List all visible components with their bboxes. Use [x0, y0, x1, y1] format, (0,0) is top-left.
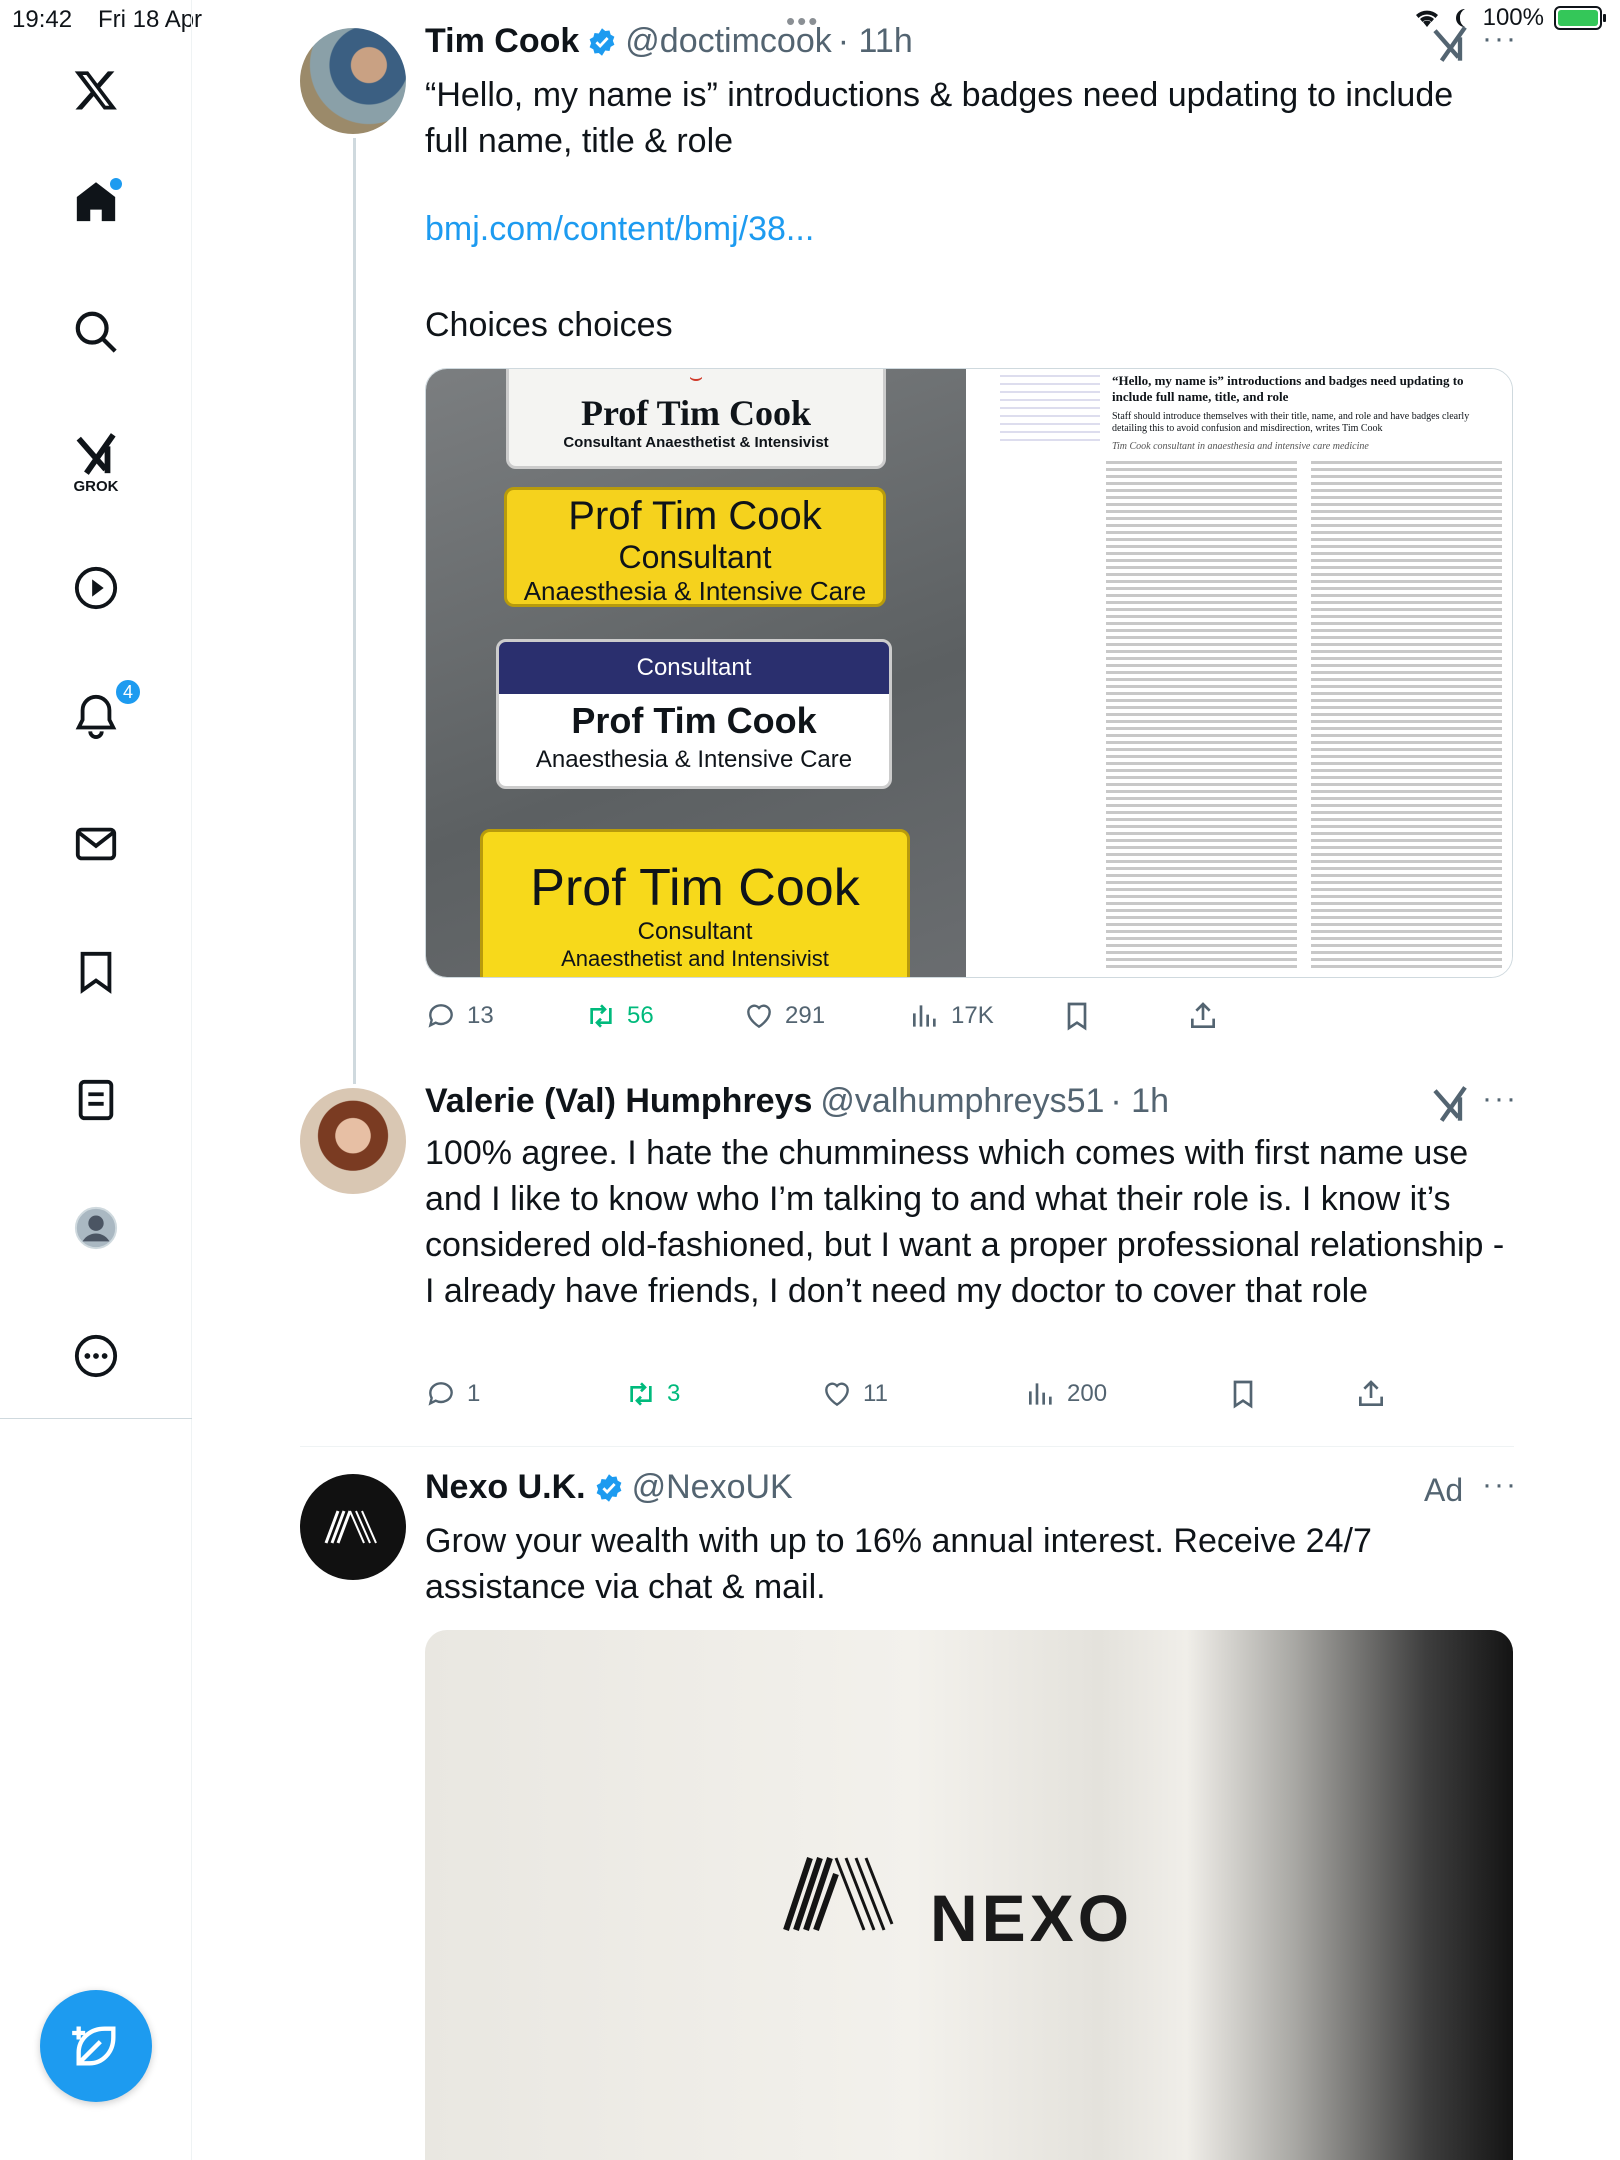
repost-icon	[590, 1004, 612, 1028]
article-sidebar-meta	[1000, 373, 1100, 443]
article-byline: Tim Cook consultant in anaesthesia and i…	[1112, 441, 1369, 452]
repost-icon	[630, 1382, 652, 1406]
reply-button[interactable]: 1	[425, 1378, 480, 1410]
author-name[interactable]: Valerie (Val) Humphreys	[425, 1082, 812, 1121]
post-link[interactable]: bmj.com/content/bmj/38...	[425, 210, 814, 249]
like-button[interactable]: 291	[743, 1000, 825, 1032]
post-more-menu-icon[interactable]: ···	[1482, 22, 1518, 56]
heart-icon	[825, 1382, 849, 1407]
repost-button[interactable]: 56	[585, 1000, 654, 1032]
reply-icon	[428, 1382, 453, 1406]
thread-connector-line	[353, 138, 356, 1084]
repost-count: 56	[627, 1002, 654, 1029]
sidebar-divider	[0, 1418, 192, 1419]
author-handle[interactable]: @doctimcook	[625, 22, 831, 61]
share-button[interactable]	[1187, 1000, 1219, 1032]
profile-avatar-icon[interactable]	[70, 1202, 122, 1254]
like-count: 291	[785, 1002, 826, 1029]
timeline-feed: Tim Cook @doctimcook · 11h ··· “Hello, m…	[192, 0, 1620, 2160]
views-button[interactable]: 17K	[909, 1000, 994, 1032]
repost-count: 3	[667, 1380, 681, 1407]
heart-icon	[747, 1004, 771, 1029]
tim-cook-avatar[interactable]	[300, 28, 406, 134]
bmj-article-page: “Hello, my name is” introductions and ba…	[966, 369, 1512, 977]
bookmark-button[interactable]	[1227, 1378, 1259, 1410]
name-badges-photo: ⌣ Prof Tim Cook Consultant Anaesthetist …	[426, 369, 966, 977]
post-text: “Hello, my name is” introductions & badg…	[425, 76, 1454, 160]
articles-icon[interactable]	[70, 1074, 122, 1126]
post-time[interactable]: · 1h	[1110, 1082, 1169, 1121]
share-icon	[1191, 1002, 1215, 1028]
post-divider	[300, 1446, 1514, 1447]
author-handle[interactable]: @NexoUK	[632, 1468, 793, 1507]
author-name[interactable]: Nexo U.K.	[425, 1468, 586, 1507]
nexo-logo-icon	[324, 1510, 377, 1544]
tweet-header: Valerie (Val) Humphreys @valhumphreys51 …	[425, 1082, 1169, 1121]
like-button[interactable]: 11	[821, 1378, 888, 1410]
article-standfirst: Staff should introduce themselves with t…	[1112, 411, 1470, 434]
home-unread-dot	[110, 178, 122, 190]
more-options-icon[interactable]	[70, 1330, 122, 1382]
home-icon[interactable]	[70, 176, 122, 228]
post-text-secondary: Choices choices	[425, 306, 673, 344]
repost-button[interactable]: 3	[625, 1378, 680, 1410]
bookmark-button[interactable]	[1061, 1000, 1093, 1032]
compose-post-button[interactable]	[40, 1990, 152, 2102]
valerie-humphreys-avatar[interactable]	[300, 1088, 406, 1194]
post-text: Grow your wealth with up to 16% annual i…	[425, 1522, 1372, 1606]
nexo-brand-wordmark: NEXO	[930, 1881, 1134, 1955]
views-button[interactable]: 200	[1025, 1378, 1107, 1410]
ad-label: Ad	[1424, 1472, 1464, 1508]
post-more-menu-icon[interactable]: ···	[1482, 1082, 1518, 1116]
notifications-count-badge: 4	[114, 678, 142, 706]
verified-badge-icon	[589, 27, 615, 56]
share-icon	[1359, 1380, 1383, 1406]
reply-count: 13	[467, 1002, 494, 1029]
post-text: 100% agree. I hate the chumminess which …	[425, 1134, 1505, 1310]
post-media-image[interactable]: ⌣ Prof Tim Cook Consultant Anaesthetist …	[425, 368, 1513, 978]
tweet-header: Tim Cook @doctimcook · 11h	[425, 22, 913, 61]
bookmarks-icon[interactable]	[70, 946, 122, 998]
grok-explain-icon[interactable]	[1430, 1084, 1470, 1124]
tweet-header: Nexo U.K. @NexoUK	[425, 1468, 793, 1507]
badge-yellow-2: Prof Tim Cook Consultant Anaesthetist an…	[480, 829, 910, 977]
article-columns	[1106, 459, 1502, 969]
grok-icon[interactable]	[70, 428, 122, 480]
share-button[interactable]	[1355, 1378, 1387, 1410]
reply-count: 1	[467, 1380, 481, 1407]
bookmark-icon	[1233, 1380, 1253, 1409]
nexo-brand-logo-icon	[783, 1857, 894, 1932]
post-more-menu-icon[interactable]: ···	[1482, 1468, 1518, 1502]
badge-white: ⌣ Prof Tim Cook Consultant Anaesthetist …	[506, 369, 886, 469]
grok-explain-icon[interactable]	[1430, 24, 1470, 64]
badge-yellow-1: Prof Tim Cook Consultant Anaesthesia & I…	[504, 487, 886, 607]
author-name[interactable]: Tim Cook	[425, 22, 579, 61]
compose-feather-icon	[72, 2026, 116, 2066]
nexo-avatar[interactable]	[300, 1474, 406, 1580]
views-count: 17K	[951, 1002, 994, 1029]
video-play-icon[interactable]	[70, 562, 122, 614]
views-chart-icon	[913, 1005, 936, 1027]
bookmark-icon	[1067, 1002, 1087, 1031]
views-count: 200	[1067, 1380, 1108, 1407]
author-handle[interactable]: @valhumphreys51	[820, 1082, 1104, 1121]
post-actions: 1 3 11 200	[425, 1378, 1515, 1414]
views-chart-icon	[1029, 1383, 1052, 1405]
reply-button[interactable]: 13	[425, 1000, 494, 1032]
verified-badge-icon	[596, 1473, 621, 1502]
messages-envelope-icon[interactable]	[70, 818, 122, 870]
x-logo-icon[interactable]	[70, 64, 122, 116]
article-title: “Hello, my name is” introductions and ba…	[1112, 373, 1464, 404]
reply-icon	[428, 1004, 453, 1028]
grok-label: GROK	[73, 478, 119, 495]
post-actions: 13 56 291 17K	[425, 1000, 1515, 1036]
search-icon[interactable]	[70, 306, 122, 358]
notifications-bell-icon[interactable]: 4	[70, 678, 142, 742]
like-count: 11	[863, 1380, 888, 1407]
badge-navy: Consultant Prof Tim Cook Anaesthesia & I…	[496, 639, 892, 789]
sidebar: GROK 4	[0, 0, 192, 2160]
post-time[interactable]: · 11h	[838, 22, 913, 61]
